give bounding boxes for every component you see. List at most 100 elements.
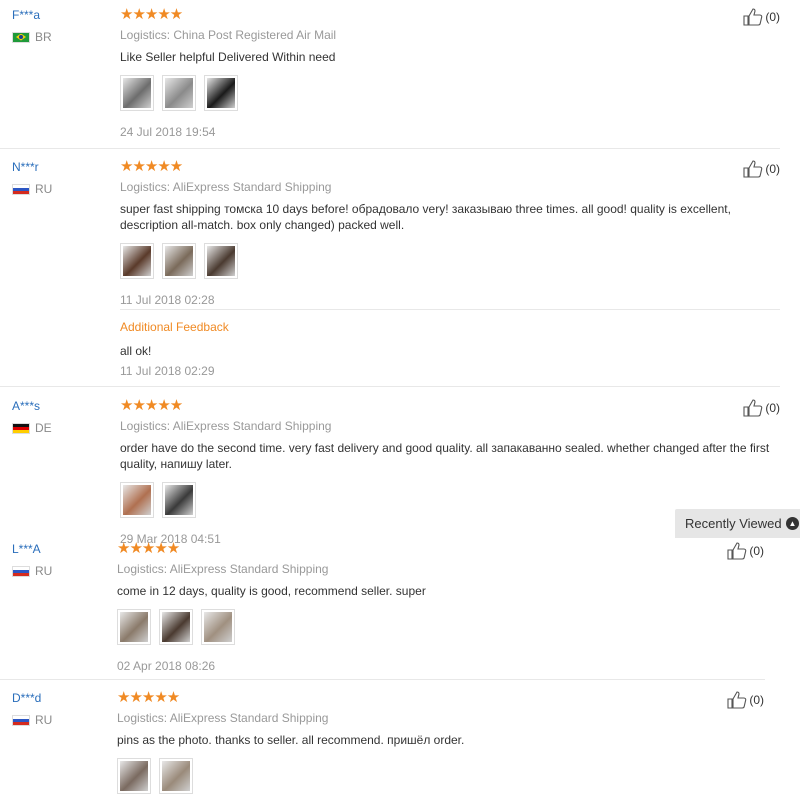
- helpful-count: (0): [765, 162, 780, 176]
- chevron-up-icon: ▲: [786, 517, 799, 530]
- buyer-country: DE: [12, 421, 52, 435]
- review-content: ★★★★★ Logistics: AliExpress Standard Shi…: [117, 540, 777, 673]
- country-code: BR: [35, 30, 52, 44]
- photo-image: [123, 485, 151, 515]
- country-code: RU: [35, 713, 53, 727]
- buyer-name[interactable]: N***r: [12, 160, 39, 174]
- review-photo-thumbnail[interactable]: [120, 243, 154, 279]
- logistics-info: Logistics: AliExpress Standard Shipping: [120, 419, 332, 433]
- review-photo-thumbnail[interactable]: [120, 75, 154, 111]
- helpful-button[interactable]: (0): [743, 8, 780, 26]
- review-photos: [117, 758, 777, 794]
- flag-ru-icon: [12, 714, 30, 726]
- photo-image: [165, 485, 193, 515]
- divider: [0, 148, 780, 149]
- star-rating: ★★★★★: [120, 6, 183, 23]
- review-text: Like Seller helpful Delivered Within nee…: [120, 50, 336, 64]
- review-photo-thumbnail[interactable]: [117, 758, 151, 794]
- logistics-info: Logistics: AliExpress Standard Shipping: [117, 562, 329, 576]
- star-rating: ★★★★★: [117, 540, 180, 557]
- buyer-country: BR: [12, 30, 52, 44]
- thumbs-up-icon: [727, 691, 747, 709]
- flag-de-icon: [12, 422, 30, 434]
- review-item: D***d RU ★★★★★ Logistics: AliExpress Sta…: [0, 689, 800, 800]
- photo-image: [120, 761, 148, 791]
- flag-ru-icon: [12, 565, 30, 577]
- thumbs-up-icon: [727, 542, 747, 560]
- review-photo-thumbnail[interactable]: [159, 758, 193, 794]
- photo-image: [165, 246, 193, 276]
- photo-image: [162, 612, 190, 642]
- review-photos: [120, 75, 780, 111]
- review-item: N***r RU ★★★★★ Logistics: AliExpress Sta…: [0, 158, 800, 385]
- photo-image: [123, 246, 151, 276]
- review-text: super fast shipping томска 10 days befor…: [120, 202, 731, 232]
- thumbs-up-icon: [743, 8, 763, 26]
- review-text: order have do the second time. very fast…: [120, 441, 770, 471]
- photo-image: [207, 246, 235, 276]
- buyer-country: RU: [12, 564, 52, 578]
- review-content: ★★★★★ Logistics: AliExpress Standard Shi…: [120, 158, 780, 307]
- buyer-name[interactable]: L***A: [12, 542, 41, 556]
- flag-br-icon: [12, 31, 30, 43]
- additional-feedback: Additional Feedback all ok! 11 Jul 2018 …: [120, 320, 780, 378]
- buyer-name[interactable]: D***d: [12, 691, 41, 705]
- helpful-count: (0): [749, 693, 764, 707]
- photo-image: [204, 612, 232, 642]
- helpful-button[interactable]: (0): [743, 160, 780, 178]
- helpful-count: (0): [765, 401, 780, 415]
- helpful-button[interactable]: (0): [743, 399, 780, 417]
- helpful-count: (0): [765, 10, 780, 24]
- thumbs-up-icon: [743, 399, 763, 417]
- buyer-name[interactable]: A***s: [12, 399, 40, 413]
- review-photo-thumbnail[interactable]: [162, 75, 196, 111]
- country-code: RU: [35, 182, 53, 196]
- star-rating: ★★★★★: [120, 397, 183, 414]
- review-date: 11 Jul 2018 02:28: [120, 293, 215, 307]
- photo-image: [123, 78, 151, 108]
- recently-viewed-label: Recently Viewed: [685, 516, 782, 531]
- review-photos: [120, 243, 780, 279]
- additional-feedback-text: all ok!: [120, 344, 152, 358]
- buyer-name[interactable]: F***a: [12, 8, 40, 22]
- helpful-button[interactable]: (0): [727, 542, 764, 560]
- helpful-count: (0): [749, 544, 764, 558]
- review-photo-thumbnail[interactable]: [162, 482, 196, 518]
- star-rating: ★★★★★: [117, 689, 180, 706]
- divider: [0, 679, 765, 680]
- additional-divider: [120, 309, 780, 310]
- recently-viewed-tab[interactable]: Recently Viewed ▲: [675, 509, 800, 538]
- divider: [0, 386, 780, 387]
- review-photo-thumbnail[interactable]: [120, 482, 154, 518]
- review-text: come in 12 days, quality is good, recomm…: [117, 584, 426, 598]
- logistics-info: Logistics: China Post Registered Air Mai…: [120, 28, 337, 42]
- review-content: ★★★★★ Logistics: AliExpress Standard Shi…: [117, 689, 777, 794]
- review-item: F***a BR ★★★★★ Logistics: China Post Reg…: [0, 6, 800, 148]
- review-date: 24 Jul 2018 19:54: [120, 125, 216, 139]
- review-date: 02 Apr 2018 08:26: [117, 659, 216, 673]
- star-rating: ★★★★★: [120, 158, 183, 175]
- country-code: RU: [35, 564, 53, 578]
- review-content: ★★★★★ Logistics: China Post Registered A…: [120, 6, 780, 139]
- additional-feedback-label: Additional Feedback: [120, 320, 229, 334]
- helpful-button[interactable]: (0): [727, 691, 764, 709]
- country-code: DE: [35, 421, 52, 435]
- photo-image: [207, 78, 235, 108]
- buyer-country: RU: [12, 713, 52, 727]
- review-photo-thumbnail[interactable]: [201, 609, 235, 645]
- review-photo-thumbnail[interactable]: [204, 75, 238, 111]
- logistics-info: Logistics: AliExpress Standard Shipping: [120, 180, 332, 194]
- photo-image: [162, 761, 190, 791]
- flag-ru-icon: [12, 183, 30, 195]
- photo-image: [165, 78, 193, 108]
- buyer-country: RU: [12, 182, 52, 196]
- review-photo-thumbnail[interactable]: [159, 609, 193, 645]
- review-photos: [117, 609, 777, 645]
- review-photo-thumbnail[interactable]: [162, 243, 196, 279]
- additional-feedback-date: 11 Jul 2018 02:29: [120, 364, 215, 378]
- review-photo-thumbnail[interactable]: [117, 609, 151, 645]
- review-item: L***A RU ★★★★★ Logistics: AliExpress Sta…: [0, 540, 800, 677]
- thumbs-up-icon: [743, 160, 763, 178]
- review-photo-thumbnail[interactable]: [204, 243, 238, 279]
- logistics-info: Logistics: AliExpress Standard Shipping: [117, 711, 329, 725]
